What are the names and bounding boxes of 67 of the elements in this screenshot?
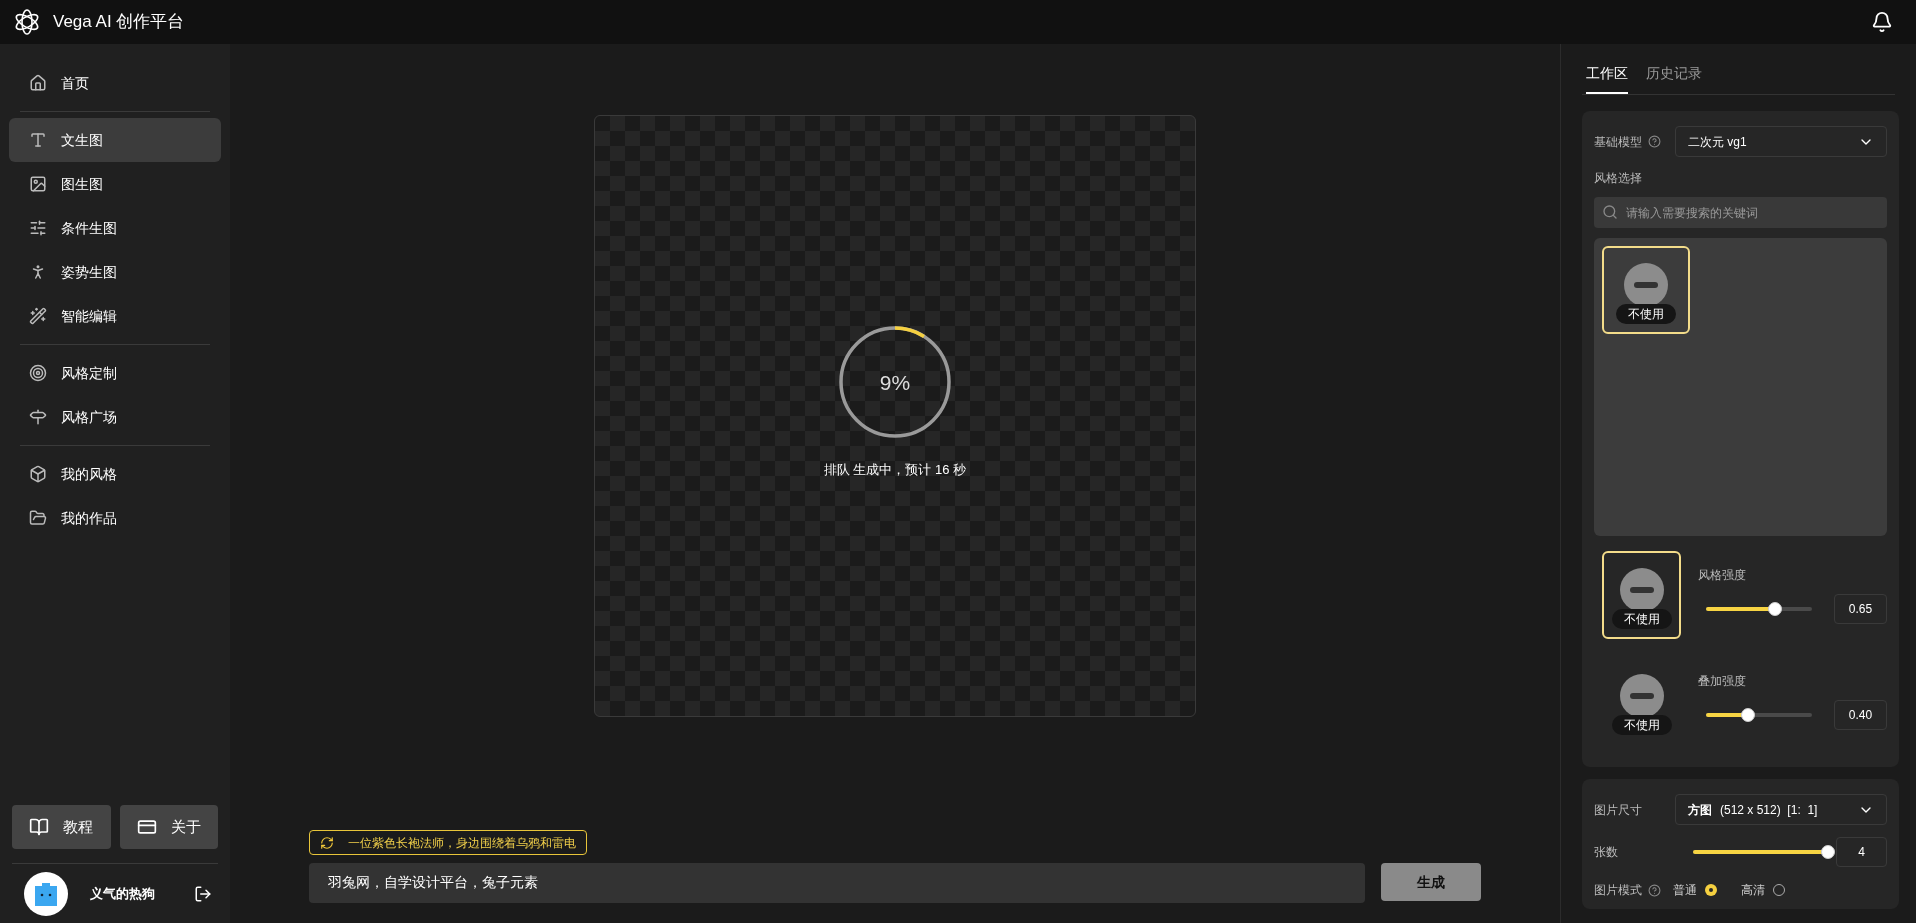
nav-item[interactable]: 文生图 [9, 118, 221, 162]
search-icon [1602, 204, 1618, 220]
value-field[interactable]: 4 [1835, 837, 1887, 867]
nav-item[interactable]: 风格定制 [9, 351, 221, 395]
field-label: 风格选择 [1594, 170, 1643, 187]
style-option-label: 不使用 [1616, 304, 1676, 324]
folder-icon [29, 509, 47, 527]
nav-item[interactable]: 图生图 [9, 162, 221, 206]
sliders-icon [29, 219, 47, 237]
style-option[interactable]: 不使用 [1602, 551, 1681, 639]
field-label: 叠加强度 [1698, 673, 1747, 690]
style-option[interactable]: 不使用 [1602, 246, 1690, 334]
help-icon[interactable] [1648, 883, 1661, 897]
progress-percent: 9% [878, 369, 912, 396]
slider-thumb[interactable] [1820, 845, 1835, 859]
image-icon [29, 175, 47, 193]
home-icon [29, 74, 47, 92]
nav-item[interactable]: 风格广场 [9, 395, 221, 439]
help-icon[interactable] [1648, 135, 1661, 148]
nav-item[interactable]: 我的风格 [9, 452, 221, 496]
card-icon [136, 817, 157, 837]
model-select[interactable]: 二次元 vg1 [1675, 126, 1887, 157]
radio-option[interactable]: 高清 [1741, 881, 1785, 899]
target-icon [29, 364, 47, 382]
prompt-suggestion[interactable]: 一位紫色长袍法师，身边围绕着乌鸦和雷电 [309, 830, 587, 855]
style-option-label: 不使用 [1611, 715, 1672, 735]
logo-icon [13, 8, 41, 36]
refresh-icon [320, 835, 334, 850]
no-entry-icon [1619, 674, 1664, 718]
avatar-icon [33, 881, 59, 906]
nav-item[interactable]: 条件生图 [9, 206, 221, 250]
user-name: 义气的热狗 [90, 884, 155, 903]
logout-icon[interactable] [194, 884, 212, 903]
no-entry-icon [1624, 263, 1668, 307]
status-text: 排队 生成中，预计 16 秒 [823, 461, 967, 480]
cube-icon [29, 465, 47, 483]
field-label: 张数 [1594, 844, 1619, 861]
field-label: 风格强度 [1698, 567, 1747, 584]
style-option[interactable]: 不使用 [1602, 657, 1681, 745]
book-icon [29, 817, 50, 837]
no-entry-icon [1619, 568, 1664, 612]
style-option-label: 不使用 [1611, 609, 1672, 629]
field-label: 基础模型 [1594, 133, 1642, 151]
generate-button[interactable]: 生成 [1381, 863, 1481, 901]
radio-option[interactable]: 普通 [1673, 881, 1717, 899]
slider-thumb[interactable] [1767, 602, 1782, 616]
field-label: 图片尺寸 [1594, 801, 1642, 819]
field-label: 图片模式 [1594, 882, 1642, 899]
style-search-field[interactable]: 请输入需要搜索的关键词 [1594, 197, 1887, 228]
value-field[interactable]: 0.40 [1834, 700, 1887, 730]
nav-item[interactable]: 姿势生图 [9, 250, 221, 294]
sidebar-button[interactable]: 教程 [12, 805, 111, 849]
slider-thumb[interactable] [1741, 708, 1756, 722]
prompt-input[interactable]: 羽兔网，自学设计平台，兔子元素 [309, 863, 1365, 903]
notification-icon[interactable] [1871, 11, 1893, 33]
nav-item[interactable]: 首页 [9, 61, 221, 105]
size-select[interactable]: 方图 (512 x 512) [1: 1] [1675, 794, 1887, 825]
tab[interactable]: 工作区 [1586, 63, 1628, 94]
signpost-icon [29, 408, 47, 426]
app-title: Vega AI 创作平台 [53, 11, 185, 34]
tab[interactable]: 历史记录 [1646, 63, 1702, 94]
text-icon [29, 131, 47, 149]
nav-item[interactable]: 智能编辑 [9, 294, 221, 338]
sidebar-button[interactable]: 关于 [119, 805, 218, 849]
wand-icon [29, 307, 47, 325]
value-field[interactable]: 0.65 [1834, 594, 1887, 624]
nav-item[interactable]: 我的作品 [9, 496, 221, 540]
